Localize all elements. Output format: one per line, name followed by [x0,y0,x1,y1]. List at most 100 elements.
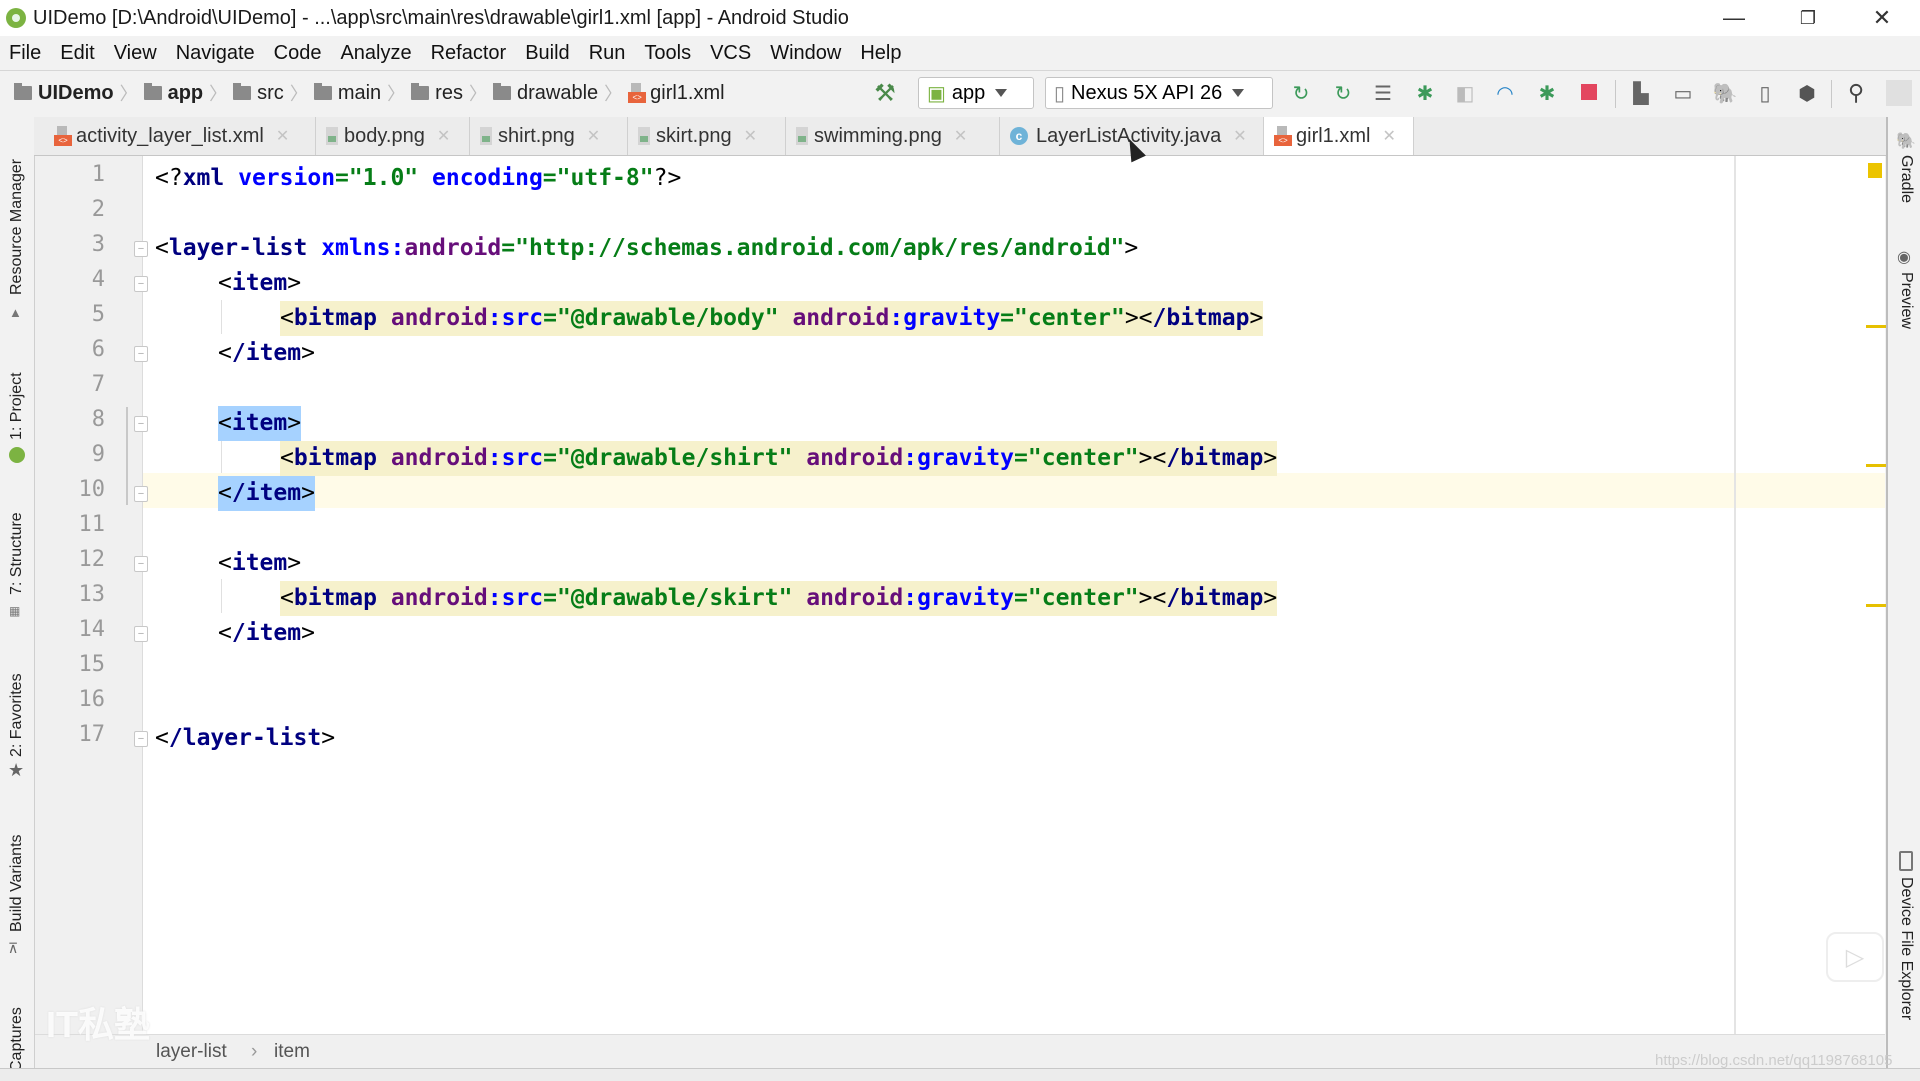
crumb-separator: 〉 [604,84,623,104]
debug-icon[interactable]: ✱ [1412,80,1438,106]
menu-file[interactable]: File [0,42,51,65]
nav-crumb-uidemo[interactable]: UIDemo [14,82,114,105]
tab-body-png[interactable]: body.png ✕ [316,117,470,155]
token: = [543,585,558,611]
scrollbar-warning-marker[interactable] [1866,604,1886,607]
token: gravity [917,445,1015,471]
fold-end-icon[interactable]: − [134,731,148,747]
fold-toggle-icon[interactable]: − [134,241,148,257]
nav-crumb-res[interactable]: res [411,82,463,105]
tool-window-structure[interactable]: 7: Structure [8,512,26,595]
breadcrumb-layer-list[interactable]: layer-list [156,1041,227,1063]
fold-end-icon[interactable]: − [134,346,148,362]
menu-view[interactable]: View [104,42,167,65]
scrollbar-warning-marker[interactable] [1866,464,1886,467]
tool-window-preview[interactable]: Preview [1897,272,1915,329]
menu-vcs[interactable]: VCS [700,42,761,65]
tool-window-build-variants[interactable]: Build Variants [8,834,26,932]
nav-crumb-drawable[interactable]: drawable [492,82,598,105]
line-number: 6 [91,337,105,362]
menu-navigate[interactable]: Navigate [166,42,265,65]
token: < [1152,585,1167,611]
code-line-8: <item> [218,406,302,441]
tool-window-resource-manager[interactable]: Resource Manager [8,159,26,295]
menu-edit[interactable]: Edit [50,42,104,65]
menu-refactor[interactable]: Refactor [421,42,517,65]
menu-analyze[interactable]: Analyze [330,42,421,65]
fold-toggle-icon[interactable]: − [134,276,148,292]
xml-file-icon [1274,126,1292,146]
close-tab-icon[interactable]: ✕ [276,126,289,146]
apply-changes-icon[interactable]: ↻ [1288,80,1314,106]
breadcrumb-separator: › [251,1041,258,1062]
nav-crumb-girl1-xml[interactable]: girl1.xml [628,82,725,105]
token: item [231,270,288,296]
token: > [1263,445,1278,471]
token: "center" [1027,445,1139,471]
token: > [301,620,315,646]
menu-window[interactable]: Window [760,42,851,65]
coverage-icon[interactable]: ◧ [1452,80,1478,106]
tool-window-device-file-explorer[interactable]: Device File Explorer [1897,877,1915,1020]
breadcrumb-item[interactable]: item [274,1041,310,1063]
menu-build[interactable]: Build [515,42,579,65]
fold-end-icon[interactable]: − [134,486,148,502]
minimize-button[interactable]: — [1698,0,1770,36]
tab-shirt-png[interactable]: shirt.png ✕ [470,117,628,155]
restore-button[interactable]: ❐ [1772,0,1844,36]
gradle-sync-icon[interactable]: 🐘 [1712,80,1738,106]
nav-crumb-src[interactable]: src [233,82,284,105]
close-tab-icon[interactable]: ✕ [587,126,600,146]
close-tab-icon[interactable]: ✕ [1233,126,1246,146]
profile-icon[interactable]: ◠ [1492,80,1518,106]
tool-window-captures[interactable]: Captures [8,1007,26,1072]
tab-girl1-xml[interactable]: girl1.xml✕ [1264,117,1414,155]
hammer-icon[interactable]: ⚒ [872,80,898,107]
tab-swimming-png[interactable]: swimming.png ✕ [786,117,1000,155]
scrollbar-warning-marker[interactable] [1866,325,1886,328]
avd-manager-icon[interactable]: ▯ [1752,80,1778,106]
tool-window-project[interactable]: 1: Project [8,372,26,440]
fold-toggle-icon[interactable]: − [134,556,148,572]
token: = [543,305,558,331]
stop-icon[interactable] [1581,84,1597,100]
line-number: 13 [78,582,106,607]
menu-run[interactable]: Run [579,42,636,65]
fold-toggle-icon[interactable]: − [134,416,148,432]
close-tab-icon[interactable]: ✕ [954,126,967,146]
close-button[interactable]: ✕ [1846,0,1918,36]
sdk-manager-icon[interactable]: ⬢ [1794,80,1820,106]
tab-skirt-png[interactable]: skirt.png ✕ [628,117,786,155]
video-play-icon[interactable]: ▷ [1826,932,1884,982]
code-line-1: <?xml version="1.0" encoding="utf-8"?> [155,161,681,196]
run-config-dropdown[interactable]: ▣ app [918,77,1034,109]
close-tab-icon[interactable]: ✕ [437,126,450,146]
nav-crumb-main[interactable]: main [313,82,381,105]
tool-window-gradle[interactable]: Gradle [1897,155,1915,203]
sync-icon[interactable]: ☰ [1370,80,1396,106]
close-tab-icon[interactable]: ✕ [744,126,757,146]
search-icon[interactable]: ⚲ [1843,80,1869,106]
token: android [806,445,904,471]
editor-tabs: activity_layer_list.xml✕ body.png✕ shirt… [34,117,1886,156]
attach-debugger-icon[interactable]: ✱ [1534,80,1560,106]
menu-code[interactable]: Code [264,42,332,65]
token: "center" [1014,305,1125,331]
fold-end-icon[interactable]: − [134,626,148,642]
menu-help[interactable]: Help [850,42,911,65]
menu-tools[interactable]: Tools [634,42,701,65]
tab-activity-layer-list-xml[interactable]: activity_layer_list.xml✕ [44,117,316,155]
token: xmlns [321,235,391,261]
user-icon[interactable] [1886,80,1912,106]
inspection-warning-icon[interactable] [1868,163,1882,178]
token: < [218,480,232,506]
close-tab-icon[interactable]: ✕ [1382,126,1395,146]
terminal-icon[interactable]: ▭ [1670,80,1696,106]
nav-crumb-app[interactable]: app [143,82,203,105]
apply-code-changes-icon[interactable]: ↻ [1330,80,1356,106]
token: xml [182,165,225,191]
device-dropdown[interactable]: ▯ Nexus 5X API 26 [1045,77,1273,109]
android-icon: ⊼ [8,940,19,956]
project-structure-icon[interactable]: ▙ [1628,80,1654,106]
tool-window-favorites[interactable]: 2: Favorites [8,673,26,757]
